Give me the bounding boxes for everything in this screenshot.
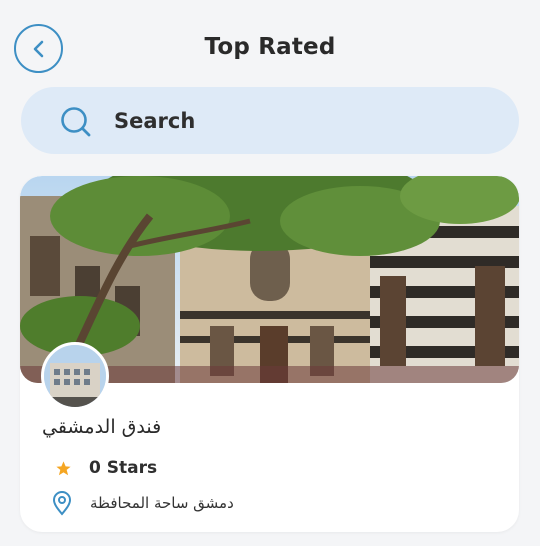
location-text: دمشق ساحة المحافظة — [90, 494, 234, 512]
rating-text: 0 Stars — [89, 458, 158, 478]
page-title: Top Rated — [204, 34, 336, 60]
avatar-image — [44, 345, 106, 407]
location-row: دمشق ساحة المحافظة — [51, 490, 234, 516]
hotel-card[interactable]: فندق الدمشقي 0 Stars دمشق ساحة المحافظة — [20, 176, 519, 532]
star-icon — [56, 460, 71, 475]
hotel-name: فندق الدمشقي — [42, 416, 162, 438]
location-pin-icon — [52, 491, 72, 516]
search-input[interactable] — [114, 105, 494, 137]
hotel-avatar — [41, 342, 109, 410]
search-icon[interactable] — [59, 105, 93, 139]
top-rated-screen: Top Rated Search فندق الدمشقي 0 Stars دم… — [0, 0, 540, 546]
rating-row: 0 Stars — [55, 458, 157, 478]
search-bar[interactable] — [21, 87, 519, 154]
